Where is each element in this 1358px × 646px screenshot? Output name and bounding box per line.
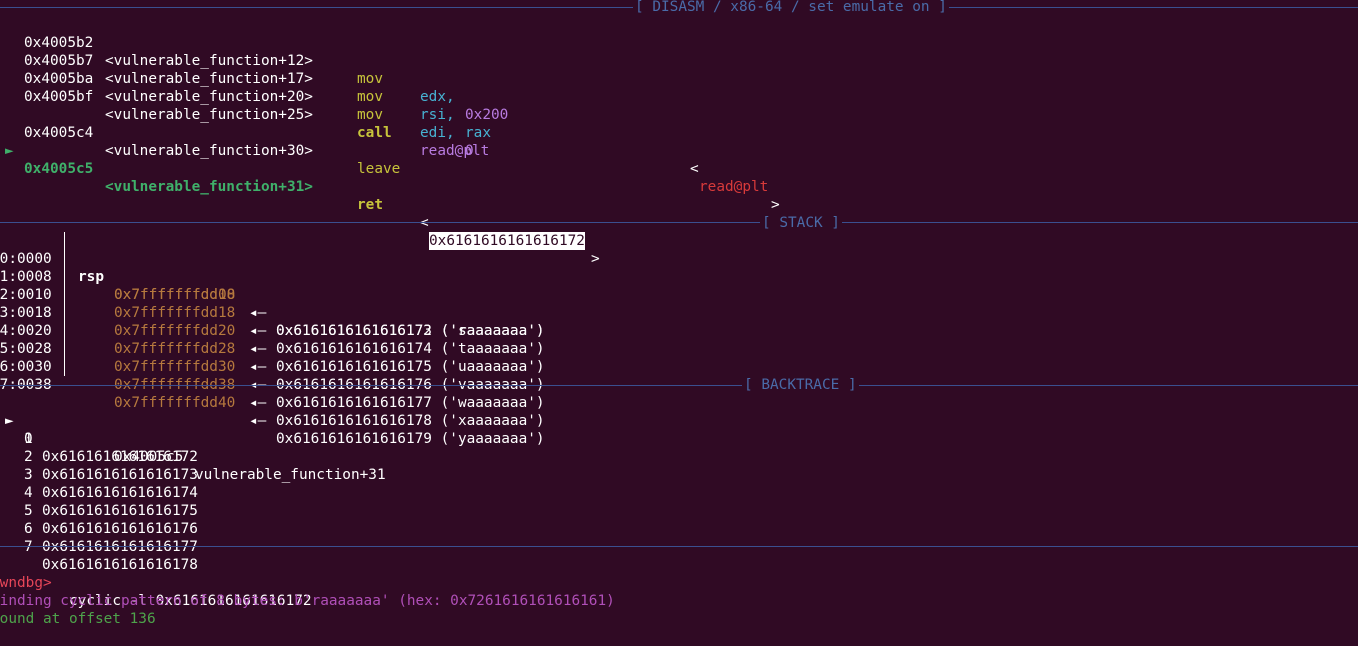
stack-value: 0x6161616161616173 ('saaaaaaa') [276, 323, 545, 339]
ret-target-close: > [591, 251, 600, 267]
stack-row[interactable]: 02:0010 0x7fffffffdd18 ◂— 0x616161616161… [0, 268, 545, 357]
backtrace-row[interactable]: 1 0x6161616161616172 [0, 412, 198, 465]
points-to-arrow-icon: ◂— [249, 413, 267, 429]
stack-row[interactable]: 07:0038 0x7fffffffdd40 ◂— 0x616161616161… [0, 358, 545, 447]
console-separator [0, 546, 1358, 547]
frame-address: 0x6161616161616173 [42, 467, 198, 483]
disasm-operand-register: edx, [420, 89, 455, 105]
stack-separator [0, 222, 1358, 223]
points-to-arrow-icon: ◂— [249, 323, 267, 339]
disasm-header: [ DISASM / x86-64 / set emulate on ] [633, 0, 949, 16]
disasm-mnemonic: leave [357, 161, 401, 177]
disasm-operand-register: rsi, [420, 107, 455, 123]
disasm-row[interactable]: 0x4005ba <vulnerable_function+20> mov ed… [0, 52, 474, 159]
stack-register: rsp [78, 269, 104, 285]
stack-row[interactable]: 03:0018 0x7fffffffdd20 ◂— 0x616161616161… [0, 286, 545, 375]
stack-divider [64, 232, 65, 376]
stack-address: 0x7fffffffdd10 [114, 287, 236, 303]
backtrace-row[interactable]: 6 0x6161616161616177 [0, 502, 198, 555]
frame-index: 7 [24, 539, 33, 555]
disasm-address: 0x4005bf [24, 89, 94, 105]
disasm-mnemonic: ret [357, 197, 383, 213]
backtrace-header: [ BACKTRACE ] [742, 376, 859, 394]
backtrace-row[interactable]: 2 0x6161616161616173 [0, 430, 198, 483]
stack-address: 0x7fffffffdd28 [114, 341, 236, 357]
backtrace-row-current[interactable]: ► 0 0x4005c5 vulnerable_function+31 [0, 394, 386, 483]
console-output: Found at offset 136 [0, 592, 156, 627]
disasm-operand-register: edi, [420, 125, 455, 141]
frame-address: 0x6161616161616174 [42, 485, 198, 501]
disasm-row[interactable]: 0x4005c4 <vulnerable_function+30> leave [0, 106, 400, 177]
disasm-operand-register: rax [465, 125, 491, 141]
disasm-row-current[interactable]: ► 0x4005c5 <vulnerable_function+31> ret … [0, 124, 600, 267]
stack-address: 0x7fffffffdd20 [114, 323, 236, 339]
frame-address: 0x6161616161616176 [42, 521, 198, 537]
frame-address: 0x6161616161616177 [42, 539, 198, 555]
stack-row[interactable]: 01:0008 0x7fffffffdd10 ◂— 0x616161616161… [0, 250, 545, 339]
disasm-symbol: <vulnerable_function+30> [105, 143, 313, 159]
stack-value: 0x6161616161616175 ('uaaaaaaa') [276, 359, 545, 375]
stack-address: 0x7fffffffdd40 [114, 395, 236, 411]
ret-target-value[interactable]: 0x6161616161616172 [429, 232, 585, 250]
stack-address: 0x7fffffffdd30 [114, 359, 236, 375]
frame-address: 0x6161616161616172 [42, 449, 198, 465]
backtrace-row[interactable]: 7 0x6161616161616178 [0, 520, 198, 573]
stack-value: 0x6161616161616178 ('xaaaaaaa') [276, 413, 545, 429]
points-to-arrow-icon: ◂— [249, 359, 267, 375]
stack-value: 0x6161616161616174 ('taaaaaaa') [276, 341, 545, 357]
frame-symbol: vulnerable_function+31 [195, 467, 386, 483]
disasm-symbol: <vulnerable_function+20> [105, 89, 313, 105]
points-to-arrow-icon: ◂— [249, 305, 267, 321]
ret-target-open: < [420, 215, 429, 231]
backtrace-row[interactable]: 5 0x6161616161616176 [0, 484, 198, 537]
stack-header: [ STACK ] [760, 214, 842, 232]
current-instruction-arrow-icon: ► [5, 143, 14, 159]
frame-address: 0x6161616161616178 [42, 557, 198, 573]
console-output-text: Finding cyclic pattern of 8 bytes: b'raa… [0, 593, 615, 609]
backtrace-row[interactable]: 4 0x6161616161616175 [0, 466, 198, 519]
points-to-arrow-icon: ◂— [249, 395, 267, 411]
disasm-call-target-close: > [771, 197, 780, 213]
disasm-call-operand: read@plt [420, 143, 490, 159]
disasm-call-target-open: < [690, 161, 699, 177]
stack-value: 0x6161616161616179 ('yaaaaaaa') [276, 431, 545, 447]
console-output-text: Found at offset 136 [0, 611, 156, 627]
disasm-row[interactable]: 0x4005bf <vulnerable_function+25> call r… [0, 70, 780, 213]
disasm-operand-immediate: 0x200 [465, 107, 509, 123]
backtrace-row[interactable]: 3 0x6161616161616174 [0, 448, 198, 501]
frame-address: 0x6161616161616175 [42, 503, 198, 519]
disasm-symbol: <vulnerable_function+17> [105, 71, 313, 87]
disasm-symbol: <vulnerable_function+25> [105, 107, 313, 123]
disasm-mnemonic: call [357, 125, 392, 141]
disasm-row[interactable]: 0x4005b7 <vulnerable_function+17> mov rs… [0, 34, 491, 141]
disasm-address: 0x4005c5 [24, 161, 94, 177]
stack-row[interactable]: 04:0020 0x7fffffffdd28 ◂— 0x616161616161… [0, 304, 545, 393]
stack-address: 0x7fffffffdd18 [114, 305, 236, 321]
stack-row[interactable]: 06:0030 0x7fffffffdd38 ◂— 0x616161616161… [0, 340, 545, 429]
console-command-line[interactable]: pwndbg> cyclic -l 0x6161616161616172 [0, 556, 312, 609]
disasm-row[interactable]: 0x4005b2 <vulnerable_function+12> mov ed… [0, 16, 508, 123]
disasm-mnemonic: mov [357, 71, 383, 87]
disasm-call-target: read@plt [699, 179, 769, 195]
console-output: Finding cyclic pattern of 8 bytes: b'raa… [0, 574, 615, 609]
stack-value: 0x6161616161616177 ('waaaaaaa') [276, 395, 545, 411]
backtrace-separator [0, 385, 1358, 386]
stack-row[interactable]: 00:0000 rsp 0x7fffffffdd08 ◂— 0x61616161… [0, 232, 545, 339]
disasm-symbol: <vulnerable_function+12> [105, 53, 313, 69]
disasm-mnemonic: mov [357, 107, 383, 123]
disasm-symbol: <vulnerable_function+31> [105, 179, 313, 195]
stack-row[interactable]: 05:0028 0x7fffffffdd30 ◂— 0x616161616161… [0, 322, 545, 411]
points-to-arrow-icon: ◂— [249, 341, 267, 357]
disasm-mnemonic: mov [357, 89, 383, 105]
